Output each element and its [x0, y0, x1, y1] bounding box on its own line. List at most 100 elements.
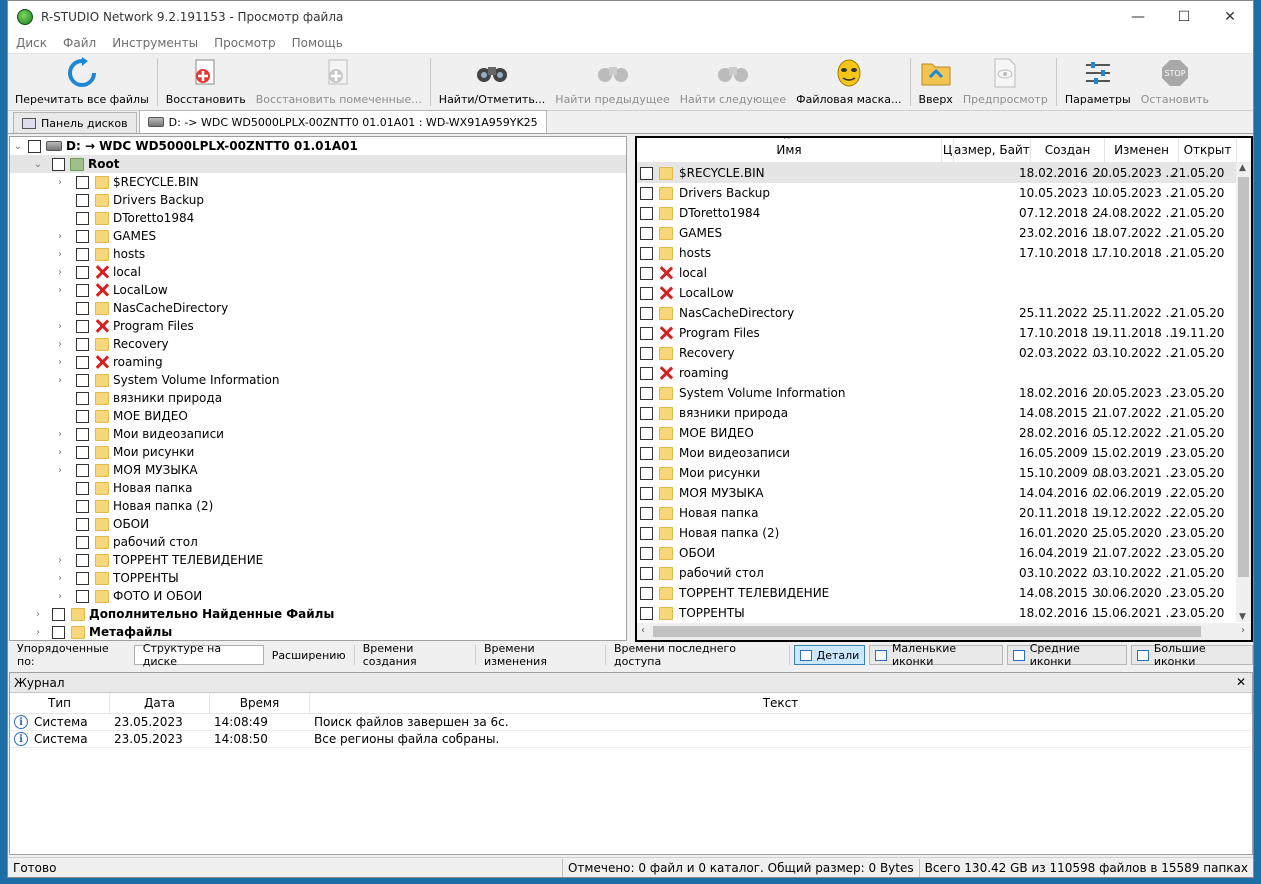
file-row[interactable]: Drivers Backup 10.05.2023 ... 10.05.2023 .…: [637, 183, 1251, 203]
expand-arrow-icon[interactable]: ›: [54, 569, 66, 587]
find-mark-button[interactable]: Найти/Отметить...: [434, 54, 551, 110]
checkbox[interactable]: [640, 466, 653, 480]
expand-arrow-icon[interactable]: ›: [54, 335, 66, 353]
file-row[interactable]: Program Files 17.10.2018 ... 19.11.2018 ..…: [637, 323, 1251, 343]
tab-disk-panel[interactable]: Панель дисков: [13, 112, 137, 133]
expand-arrow-icon[interactable]: ›: [54, 371, 66, 389]
sort-tab-modified[interactable]: Времени изменения: [476, 642, 606, 668]
checkbox[interactable]: [640, 326, 653, 340]
tree-item[interactable]: › hosts: [10, 245, 626, 263]
tree-item[interactable]: NasCacheDirectory: [10, 299, 626, 317]
expand-arrow-icon[interactable]: ›: [54, 317, 66, 335]
col-c[interactable]: Ц: [942, 138, 954, 162]
tree-item[interactable]: рабочий стол: [10, 533, 626, 551]
checkbox[interactable]: [640, 586, 653, 600]
checkbox[interactable]: [28, 139, 41, 153]
sort-tab-extension[interactable]: Расширению: [264, 645, 355, 665]
scroll-right-icon[interactable]: ›: [1241, 625, 1245, 636]
col-size[interactable]: азмер, Байт: [954, 138, 1031, 162]
file-row[interactable]: вязники природа 14.08.2015 ... 21.07.2022 …: [637, 403, 1251, 423]
expand-arrow-icon[interactable]: ›: [54, 461, 66, 479]
expand-arrow-icon[interactable]: ›: [54, 263, 66, 281]
checkbox[interactable]: [76, 265, 89, 279]
tree-item[interactable]: › МОЯ МУЗЫКА: [10, 461, 626, 479]
rescan-all-button[interactable]: Перечитать все файлы: [10, 54, 154, 110]
file-row[interactable]: local: [637, 263, 1251, 283]
find-previous-button[interactable]: Найти предыдущее: [550, 54, 674, 110]
checkbox[interactable]: [640, 446, 653, 460]
expand-arrow-icon[interactable]: ›: [54, 551, 66, 569]
checkbox[interactable]: [76, 175, 89, 189]
expand-arrow-icon[interactable]: ›: [54, 245, 66, 263]
file-row[interactable]: рабочий стол 03.10.2022 ... 03.10.2022 ...…: [637, 563, 1251, 583]
file-row[interactable]: System Volume Information 18.02.2016 ... 2…: [637, 383, 1251, 403]
tab-file-view[interactable]: D: -> WDC WD5000LPLX-00ZNTT0 01.01A01 : …: [138, 110, 547, 133]
checkbox[interactable]: [76, 481, 89, 495]
checkbox[interactable]: [640, 286, 653, 300]
log-col-date[interactable]: Дата: [110, 693, 210, 713]
menu-help[interactable]: Помощь: [284, 36, 351, 50]
file-row[interactable]: МОЯ МУЗЫКА 14.04.2016 ... 02.06.2019 ... 22…: [637, 483, 1251, 503]
checkbox[interactable]: [76, 571, 89, 585]
checkbox[interactable]: [76, 301, 89, 315]
checkbox[interactable]: [640, 246, 653, 260]
checkbox[interactable]: [640, 526, 653, 540]
expand-arrow-icon[interactable]: ›: [54, 173, 66, 191]
col-modified[interactable]: Изменен: [1105, 138, 1179, 162]
file-row[interactable]: DToretto1984 07.12.2018 ... 24.08.2022 ...…: [637, 203, 1251, 223]
checkbox[interactable]: [640, 406, 653, 420]
checkbox[interactable]: [640, 226, 653, 240]
menu-disk[interactable]: Диск: [8, 36, 55, 50]
minimize-button[interactable]: —: [1115, 1, 1161, 32]
checkbox[interactable]: [76, 193, 89, 207]
tree-root-node[interactable]: ⌄ Root: [10, 155, 626, 173]
file-row[interactable]: NasCacheDirectory 25.11.2022 ... 25.11.202…: [637, 303, 1251, 323]
file-row[interactable]: МОЕ ВИДЕО 28.02.2016 ... 05.12.2022 ... 21.…: [637, 423, 1251, 443]
tree-item[interactable]: › ТОРРЕНТЫ: [10, 569, 626, 587]
close-window-button[interactable]: ✕: [1207, 1, 1253, 32]
tree-item[interactable]: Новая папка (2): [10, 497, 626, 515]
expand-arrow-icon[interactable]: ›: [54, 281, 66, 299]
preview-button[interactable]: Предпросмотр: [958, 54, 1053, 110]
expand-arrow-icon[interactable]: ›: [54, 425, 66, 443]
log-col-text[interactable]: Текст: [310, 693, 1252, 713]
checkbox[interactable]: [640, 306, 653, 320]
checkbox[interactable]: [52, 157, 65, 171]
tree-item[interactable]: › Program Files: [10, 317, 626, 335]
view-medium-icons-button[interactable]: Средние иконки: [1007, 642, 1128, 668]
checkbox[interactable]: [52, 607, 65, 621]
file-mask-button[interactable]: Файловая маска...: [791, 54, 906, 110]
checkbox[interactable]: [76, 247, 89, 261]
expand-arrow-icon[interactable]: ›: [54, 353, 66, 371]
sort-tab-structure[interactable]: Структуре на диске: [133, 642, 264, 668]
file-row[interactable]: Новая папка (2) 16.01.2020 ... 25.05.2020 …: [637, 523, 1251, 543]
expand-arrow-icon[interactable]: ›: [32, 605, 44, 623]
file-row[interactable]: GAMES 23.02.2016 ... 18.07.2022 ... 21.05.2…: [637, 223, 1251, 243]
checkbox[interactable]: [76, 283, 89, 297]
checkbox[interactable]: [76, 409, 89, 423]
tree-item[interactable]: Drivers Backup: [10, 191, 626, 209]
view-small-icons-button[interactable]: Маленькие иконки: [869, 642, 1004, 668]
checkbox[interactable]: [640, 206, 653, 220]
tree-item[interactable]: › ТОРРЕНТ ТЕЛЕВИДЕНИЕ: [10, 551, 626, 569]
tree-item[interactable]: › $RECYCLE.BIN: [10, 173, 626, 191]
log-col-time[interactable]: Время: [210, 693, 310, 713]
up-button[interactable]: Вверх: [914, 54, 958, 110]
tree-item[interactable]: › System Volume Information: [10, 371, 626, 389]
log-col-type[interactable]: Тип: [10, 693, 110, 713]
checkbox[interactable]: [640, 486, 653, 500]
tree-item[interactable]: › local: [10, 263, 626, 281]
file-row[interactable]: Новая папка 20.11.2018 ... 19.12.2022 ... 2…: [637, 503, 1251, 523]
collapse-arrow-icon[interactable]: ⌄: [12, 137, 24, 155]
tree-item[interactable]: › roaming: [10, 353, 626, 371]
col-accessed[interactable]: Открыт: [1179, 138, 1237, 162]
expand-arrow-icon[interactable]: ›: [54, 587, 66, 605]
sort-tab-accessed[interactable]: Времени последнего доступа: [606, 642, 790, 668]
tree-item[interactable]: DToretto1984: [10, 209, 626, 227]
checkbox[interactable]: [76, 427, 89, 441]
scroll-down-icon[interactable]: ▼: [1239, 612, 1246, 622]
file-row[interactable]: ТОРРЕНТЫ 18.02.2016 ... 15.06.2021 ... 23.0…: [637, 603, 1251, 623]
maximize-button[interactable]: ☐: [1161, 1, 1207, 32]
settings-button[interactable]: Параметры: [1060, 54, 1136, 110]
log-row[interactable]: i Система 23.05.2023 14:08:49 Поиск файлов з…: [10, 714, 1252, 731]
